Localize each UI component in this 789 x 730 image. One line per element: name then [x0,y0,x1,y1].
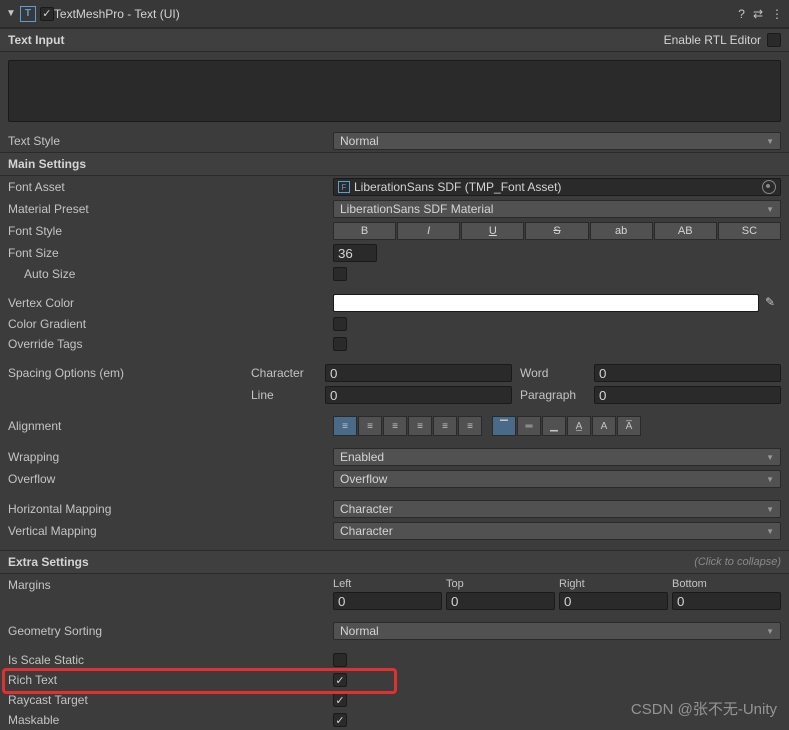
auto-size-checkbox[interactable] [333,267,347,281]
strikethrough-button[interactable]: S [525,222,588,240]
smallcaps-button[interactable]: SC [718,222,781,240]
preset-icon[interactable]: ⇄ [753,7,763,21]
vertical-mapping-row: Vertical Mapping Character▼ [0,520,789,542]
override-tags-checkbox[interactable] [333,337,347,351]
material-preset-dropdown[interactable]: LiberationSans SDF Material▼ [333,200,781,218]
help-icon[interactable]: ? [738,7,745,21]
spacing-paragraph-input[interactable] [594,386,781,404]
text-style-dropdown[interactable]: Normal▼ [333,132,781,150]
alignment-row: Alignment ≡ ≡ ≡ ≡ ≡ ≡ ▔ ═ ▁ A̲ A A̅ [0,414,789,438]
geometry-sorting-row: Geometry Sorting Normal▼ [0,620,789,642]
align-center-button[interactable]: ≡ [358,416,382,436]
is-scale-static-row: Is Scale Static [0,650,789,670]
spacing-word-input[interactable] [594,364,781,382]
spacing-character-input[interactable] [325,364,512,382]
material-preset-row: Material Preset LiberationSans SDF Mater… [0,198,789,220]
geometry-sorting-dropdown[interactable]: Normal▼ [333,622,781,640]
extra-settings-header[interactable]: Extra Settings (Click to collapse) [0,550,789,574]
align-justify-button[interactable]: ≡ [408,416,432,436]
spacing-row-2: Line Paragraph [0,384,789,406]
text-style-row: Text Style Normal▼ [0,130,789,152]
align-left-button[interactable]: ≡ [333,416,357,436]
vertical-mapping-dropdown[interactable]: Character▼ [333,522,781,540]
menu-icon[interactable]: ⋮ [771,7,783,21]
align-middle-button[interactable]: ═ [517,416,541,436]
wrapping-row: Wrapping Enabled▼ [0,446,789,468]
font-asset-icon: F [338,181,350,193]
component-header: ▼ T TextMeshPro - Text (UI) ? ⇄ ⋮ [0,0,789,28]
text-input-row [0,52,789,130]
text-input-section-header[interactable]: Text Input Enable RTL Editor [0,28,789,52]
font-style-button-group: B I U S ab AB SC [333,222,781,240]
margin-left-input[interactable] [333,592,442,610]
margins-row: Margins Left Top Right Bottom [0,574,789,612]
align-baseline-button[interactable]: A̲ [567,416,591,436]
align-right-button[interactable]: ≡ [383,416,407,436]
component-title: TextMeshPro - Text (UI) [54,7,738,21]
collapse-arrow-icon[interactable]: ▼ [6,8,16,19]
spacing-row-1: Spacing Options (em) Character Word [0,362,789,384]
vertical-align-group: ▔ ═ ▁ A̲ A A̅ [492,416,641,436]
color-gradient-checkbox[interactable] [333,317,347,331]
vertex-color-row: Vertex Color ✎ [0,292,789,314]
align-capline-button[interactable]: A̅ [617,416,641,436]
align-midline-button[interactable]: A [592,416,616,436]
rich-text-row: Rich Text [0,670,789,690]
eyedropper-icon[interactable]: ✎ [765,295,781,311]
horizontal-align-group: ≡ ≡ ≡ ≡ ≡ ≡ [333,416,482,436]
font-style-row: Font Style B I U S ab AB SC [0,220,789,242]
font-size-row: Font Size [0,242,789,264]
text-style-label: Text Style [8,134,333,148]
lowercase-button[interactable]: ab [590,222,653,240]
bold-button[interactable]: B [333,222,396,240]
italic-button[interactable]: I [397,222,460,240]
align-flush-button[interactable]: ≡ [433,416,457,436]
enable-component-checkbox[interactable] [40,7,54,21]
margin-bottom-input[interactable] [672,592,781,610]
spacing-line-input[interactable] [325,386,512,404]
color-gradient-row: Color Gradient [0,314,789,334]
rtl-label: Enable RTL Editor [664,33,761,47]
font-asset-field[interactable]: F LiberationSans SDF (TMP_Font Asset) [333,178,781,196]
underline-button[interactable]: U [461,222,524,240]
horizontal-mapping-dropdown[interactable]: Character▼ [333,500,781,518]
font-size-input[interactable] [333,244,377,262]
uppercase-button[interactable]: AB [654,222,717,240]
margin-right-input[interactable] [559,592,668,610]
horizontal-mapping-row: Horizontal Mapping Character▼ [0,498,789,520]
align-top-button[interactable]: ▔ [492,416,516,436]
rich-text-checkbox[interactable] [333,673,347,687]
align-bottom-button[interactable]: ▁ [542,416,566,436]
raycast-target-checkbox[interactable] [333,693,347,707]
overflow-row: Overflow Overflow▼ [0,468,789,490]
component-icon: T [20,6,36,22]
main-settings-header[interactable]: Main Settings [0,152,789,176]
watermark-text: CSDN @张不无-Unity [631,698,777,719]
font-asset-row: Font Asset F LiberationSans SDF (TMP_Fon… [0,176,789,198]
object-picker-icon[interactable] [762,180,776,194]
text-input-label: Text Input [8,33,64,47]
override-tags-row: Override Tags [0,334,789,354]
is-scale-static-checkbox[interactable] [333,653,347,667]
wrapping-dropdown[interactable]: Enabled▼ [333,448,781,466]
margin-top-input[interactable] [446,592,555,610]
overflow-dropdown[interactable]: Overflow▼ [333,470,781,488]
vertex-color-field[interactable] [333,294,759,312]
align-geometry-button[interactable]: ≡ [458,416,482,436]
auto-size-row: Auto Size [0,264,789,284]
rtl-checkbox[interactable] [767,33,781,47]
text-input-textarea[interactable] [8,60,781,122]
